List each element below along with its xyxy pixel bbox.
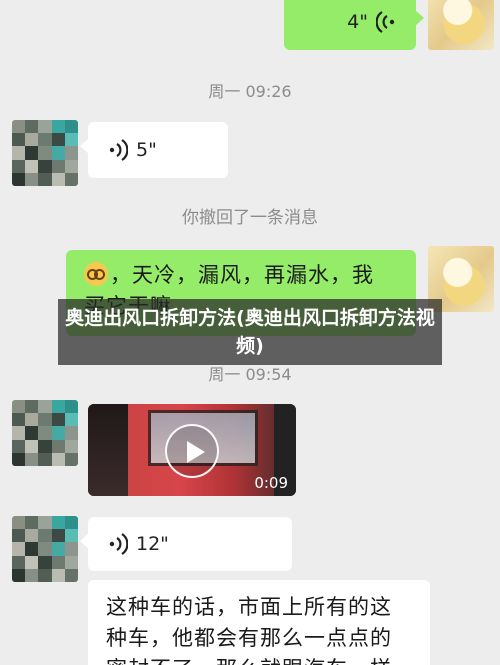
avatar-contact[interactable] (12, 516, 78, 582)
sent-voice-bubble[interactable]: 4" (284, 0, 424, 50)
video-message[interactable]: 0:09 (88, 404, 296, 496)
chat-window: 4" 周一 09:26 5" 你撤回了一条消息 ，天冷，漏风，再漏水，我 周一 … (0, 0, 500, 665)
voice-wave-icon (109, 533, 128, 555)
video-frame (88, 404, 128, 496)
message-text: 这种车的话，市面上所有的这 (106, 595, 392, 619)
received-voice-bubble[interactable]: 12" (80, 517, 292, 571)
message-text: ，天冷，漏风，再漏水，我 (110, 263, 374, 287)
voice-duration: 12" (136, 533, 169, 555)
avatar-contact[interactable] (12, 120, 78, 186)
recall-notice: 你撤回了一条消息 (182, 208, 318, 228)
voice-duration: 5" (136, 139, 157, 161)
voice-wave-icon (376, 11, 395, 33)
received-text-bubble[interactable]: 这种车的话，市面上所有的这 种车，他都会有那么一点点的 密封不了，那么就跟汽车一… (88, 580, 430, 665)
timestamp: 周一 09:26 (208, 82, 292, 101)
received-voice-bubble[interactable]: 5" (80, 122, 228, 178)
voice-wave-icon (109, 139, 128, 161)
message-text: 密封不了，那么就跟汽车一样 (106, 654, 416, 665)
avatar-self[interactable] (428, 0, 494, 50)
voice-duration: 4" (347, 11, 368, 33)
video-duration: 0:09 (254, 474, 288, 492)
avatar-contact[interactable] (12, 400, 78, 466)
article-title-overlay: 奥迪出风口拆卸方法(奥迪出风口拆卸方法视频) (58, 299, 442, 365)
play-icon[interactable] (165, 424, 219, 478)
emoji-dizzy-icon (84, 262, 108, 286)
message-text: 种车，他都会有那么一点点的 (106, 626, 392, 650)
